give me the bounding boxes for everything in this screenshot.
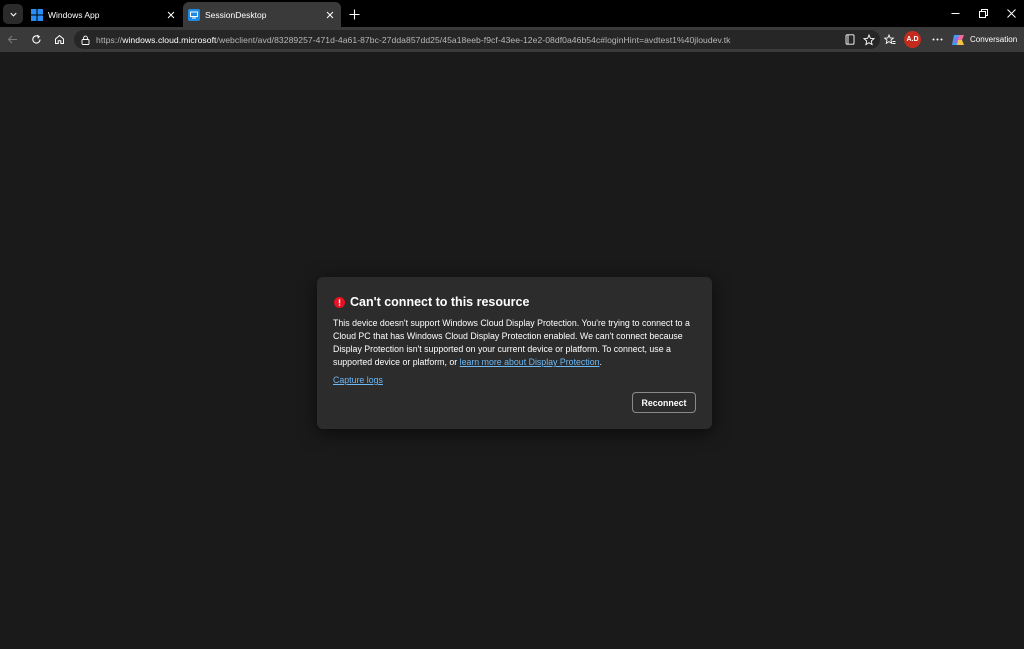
close-icon [1006,8,1016,18]
refresh-icon [32,34,41,44]
url-text[interactable]: https://windows.cloud.microsoft/webclien… [96,35,842,45]
close-icon [167,11,175,18]
dialog-title-text: Can't connect to this resource [350,295,530,309]
profile-avatar[interactable]: A.D [904,31,921,48]
copilot-icon [952,34,964,45]
new-tab-button[interactable] [345,5,363,23]
tab-title: SessionDesktop [205,9,267,20]
restore-button[interactable] [974,5,992,21]
dialog-message-end: . [599,357,602,367]
remote-desktop-icon [188,8,200,21]
connection-error-dialog: Can't connect to this resource This devi… [317,277,712,429]
favorites-button[interactable] [881,31,898,48]
chevron-down-icon [9,12,17,17]
navigation-bar: https://windows.cloud.microsoft/webclien… [0,27,1024,52]
windows-logo-icon [31,8,43,21]
close-tab-button[interactable] [323,8,337,22]
arrow-left-icon [7,35,17,44]
dialog-message: This device doesn't support Windows Clou… [333,317,701,369]
close-tab-button[interactable] [164,8,178,22]
tab-windows-app[interactable]: Windows App [26,2,182,27]
close-icon [326,11,334,18]
add-favorite-button[interactable] [861,32,877,48]
capture-logs-link[interactable]: Capture logs [333,375,383,385]
reconnect-button[interactable]: Reconnect [632,392,696,413]
url-host: windows.cloud.microsoft [122,34,217,45]
settings-and-more-button[interactable] [929,31,945,48]
reading-view-button[interactable] [842,32,858,48]
copilot-conversation-button[interactable]: Conversation [951,30,1022,49]
tab-strip: Windows App SessionDesktop [0,0,1024,27]
profile-initials: A.D [906,36,919,43]
minimize-button[interactable] [946,5,964,21]
address-bar[interactable]: https://windows.cloud.microsoft/webclien… [74,30,880,49]
home-icon [55,34,64,44]
dialog-title: Can't connect to this resource [334,295,529,309]
conversation-label: Conversation [970,35,1018,44]
more-icon [932,38,942,41]
minimize-icon [951,12,959,14]
restore-icon [978,8,988,18]
learn-more-link[interactable]: learn more about Display Protection [460,357,600,367]
error-icon [334,296,345,308]
tab-session-desktop[interactable]: SessionDesktop [183,2,341,27]
tab-actions-button[interactable] [3,4,23,24]
back-button[interactable] [4,31,21,48]
reading-view-icon [845,34,855,45]
refresh-button[interactable] [28,31,45,48]
lock-icon[interactable] [79,34,91,46]
url-path: /webclient/avd/83289257-471d-4a61-87bc-2… [216,34,731,45]
home-button[interactable] [51,31,68,48]
close-window-button[interactable] [1002,5,1020,21]
plus-icon [349,9,359,19]
favorites-icon [883,33,895,44]
tab-title: Windows App [48,9,100,20]
url-prefix: https:// [96,34,123,45]
star-icon [863,33,875,46]
